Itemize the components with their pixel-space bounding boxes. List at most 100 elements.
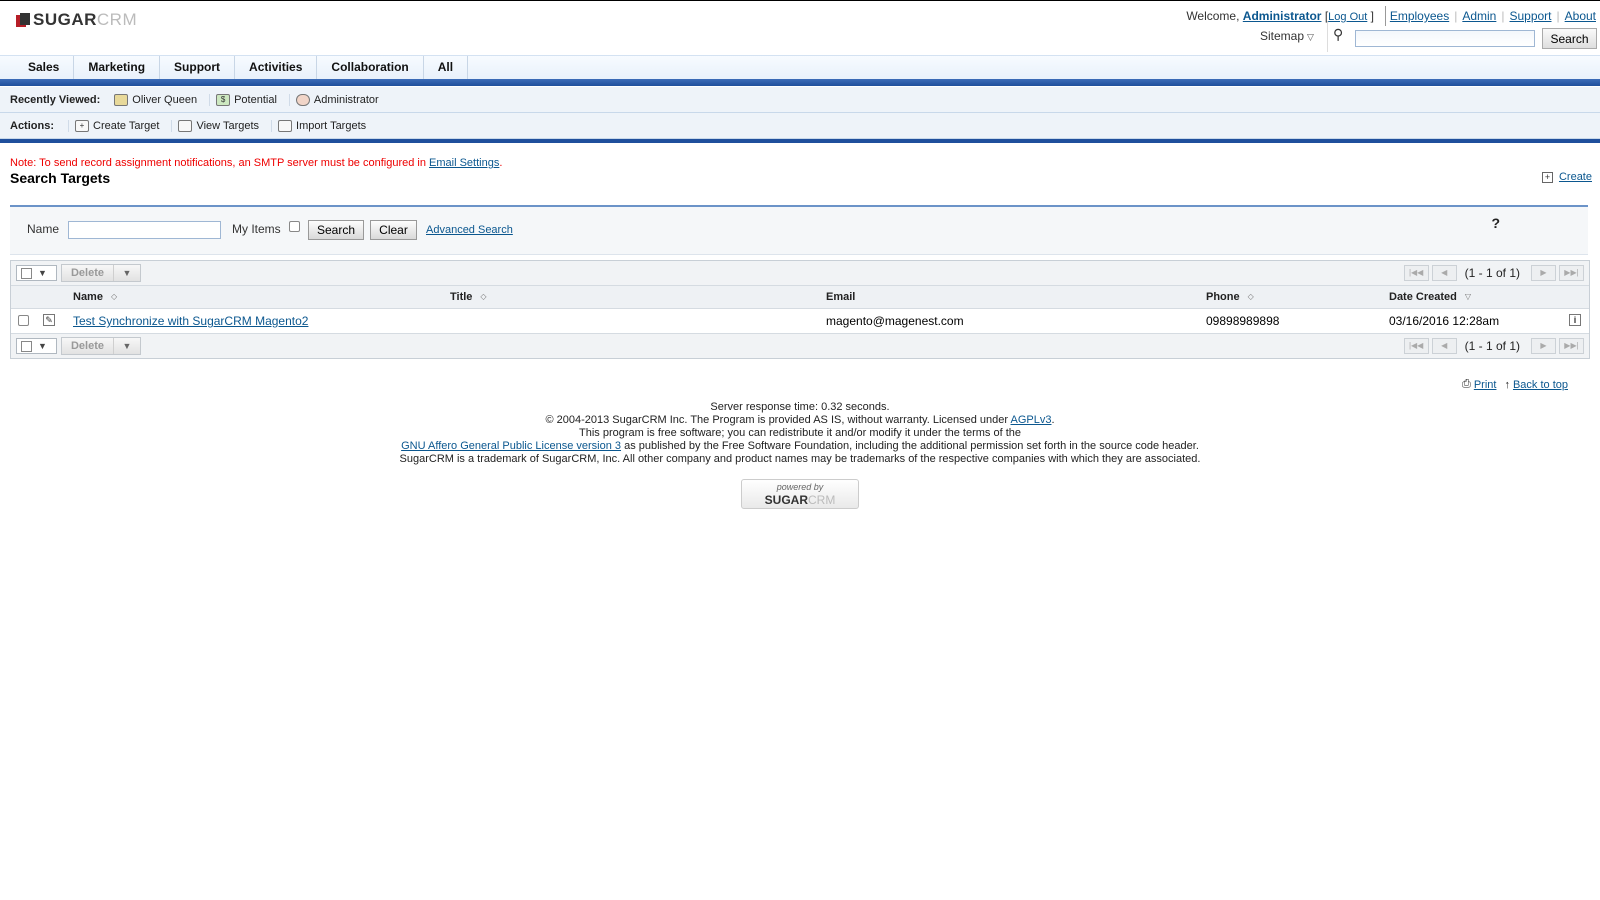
action-import-targets[interactable]: Import Targets — [271, 119, 366, 132]
name-search-input[interactable] — [68, 221, 221, 239]
sort-icon: ◇ — [480, 292, 487, 301]
tab-bar-divider — [0, 79, 1600, 86]
delete-button[interactable]: Delete ▼ — [61, 264, 141, 282]
import-icon — [278, 119, 293, 132]
advanced-search-link[interactable]: Advanced Search — [426, 224, 513, 236]
my-items-label: My Items — [232, 222, 281, 236]
about-link[interactable]: About — [1565, 9, 1596, 26]
search-icon[interactable]: ⚲ — [1333, 26, 1343, 43]
top-border — [0, 0, 1600, 1]
agpl-link[interactable]: AGPLv3 — [1011, 414, 1052, 426]
pagination-top: ▼ Delete ▼ |◀◀ ◀ (1 - 1 of 1) ▶ ▶▶| — [11, 261, 1589, 286]
email-settings-link[interactable]: Email Settings — [429, 157, 499, 169]
first-page-icon[interactable]: |◀◀ — [1403, 265, 1429, 281]
support-link[interactable]: Support — [1509, 9, 1551, 26]
smtp-note: Note: To send record assignment notifica… — [10, 157, 503, 169]
actions-bar-divider — [0, 139, 1600, 143]
tab-collaboration[interactable]: Collaboration — [317, 56, 424, 80]
chevron-down-icon: ▼ — [122, 341, 132, 351]
back-to-top-link[interactable]: Back to top — [1513, 379, 1568, 391]
select-all-dropdown[interactable]: ▼ — [16, 338, 57, 354]
sort-desc-icon: ▽ — [1464, 292, 1472, 301]
sugar-cube-icon — [16, 13, 30, 27]
list-header-row: Name ◇ Title ◇ Email Phone ◇ Date Created ▽ — [11, 286, 1589, 309]
action-view-targets[interactable]: View Targets — [171, 119, 259, 132]
welcome-area: Welcome, Administrator [Log Out ] — [1186, 9, 1374, 23]
next-page-icon[interactable]: ▶ — [1531, 265, 1556, 281]
recent-item-potential[interactable]: $ Potential — [209, 93, 277, 106]
actions-label: Actions: — [10, 119, 54, 132]
recent-item-administrator[interactable]: Administrator — [288, 93, 379, 106]
tab-sales[interactable]: Sales — [14, 56, 75, 80]
sitemap-menu[interactable]: Sitemap ▽ — [1260, 29, 1314, 43]
my-items-checkbox[interactable] — [289, 221, 300, 232]
actions-bar: Actions: + Create Target View Targets Imp… — [0, 113, 1600, 139]
users-icon — [295, 93, 310, 106]
search-button[interactable]: Search — [308, 220, 364, 240]
free-software-line: This program is free software; you can r… — [578, 427, 1022, 439]
tab-support[interactable]: Support — [160, 56, 236, 80]
row-checkbox[interactable] — [18, 315, 29, 326]
pagination-bottom: ▼ Delete ▼ |◀◀ ◀ (1 - 1 of 1) ▶ ▶▶| — [11, 333, 1589, 358]
page-title: Search Targets — [10, 170, 111, 186]
create-link-label[interactable]: Create — [1559, 171, 1592, 183]
chevron-down-icon: ▼ — [38, 341, 47, 351]
record-email[interactable]: magento@magenest.com — [826, 314, 964, 328]
utility-links: Employees | Admin | Support | About — [1379, 6, 1596, 26]
admin-link[interactable]: Admin — [1462, 9, 1496, 26]
recently-viewed-bar: Recently Viewed: Oliver Queen $ Potential… — [0, 87, 1600, 113]
column-header-phone[interactable]: Phone ◇ — [1206, 291, 1254, 303]
column-header-date-created[interactable]: Date Created ▽ — [1389, 291, 1471, 303]
view-targets-icon — [178, 119, 193, 132]
tab-marketing[interactable]: Marketing — [74, 56, 161, 80]
record-phone: 09898989898 — [1206, 314, 1280, 328]
first-page-icon[interactable]: |◀◀ — [1403, 338, 1429, 354]
utility-divider — [1384, 6, 1386, 26]
server-response-time: Server response time: 0.32 seconds. — [710, 401, 890, 413]
delete-button[interactable]: Delete ▼ — [61, 337, 141, 355]
create-link[interactable]: + Create — [1541, 171, 1592, 183]
employees-link[interactable]: Employees — [1390, 9, 1449, 26]
sugarcrm-logo[interactable]: SUGARCRM — [16, 10, 137, 30]
global-search-button[interactable]: Search — [1542, 28, 1597, 49]
chevron-down-icon: ▼ — [38, 268, 47, 278]
sort-icon: ◇ — [110, 292, 118, 301]
chevron-down-icon: ▽ — [1307, 32, 1314, 42]
info-icon[interactable]: i — [1569, 314, 1581, 326]
column-header-name[interactable]: Name ◇ — [73, 291, 117, 303]
select-all-checkbox[interactable] — [21, 267, 32, 279]
tab-all[interactable]: All — [424, 56, 469, 80]
clear-button[interactable]: Clear — [370, 220, 417, 240]
gnu-license-link[interactable]: GNU Affero General Public License versio… — [401, 440, 621, 452]
column-header-email: Email — [826, 291, 856, 303]
print-link[interactable]: Print — [1474, 379, 1497, 391]
module-tab-bar: Sales Marketing Support Activities Colla… — [0, 55, 1600, 80]
select-all-dropdown[interactable]: ▼ — [16, 265, 57, 281]
sitemap-label: Sitemap — [1260, 29, 1305, 43]
powered-by-sugarcrm-logo[interactable]: powered by SUGARCRM — [741, 479, 859, 509]
previous-page-icon[interactable]: ◀ — [1431, 338, 1457, 354]
record-name-link[interactable]: Test Synchronize with SugarCRM Magento2 — [73, 314, 308, 328]
last-page-icon[interactable]: ▶▶| — [1559, 265, 1584, 281]
help-icon[interactable]: ? — [1491, 215, 1500, 231]
last-page-icon[interactable]: ▶▶| — [1559, 338, 1584, 354]
pagination-count: (1 - 1 of 1) — [1464, 339, 1520, 353]
previous-page-icon[interactable]: ◀ — [1431, 265, 1457, 281]
tab-activities[interactable]: Activities — [235, 56, 318, 80]
recent-item-oliver-queen[interactable]: Oliver Queen — [114, 93, 197, 106]
column-header-title[interactable]: Title ◇ — [450, 291, 487, 303]
user-name-link[interactable]: Administrator — [1243, 9, 1322, 23]
footer: Server response time: 0.32 seconds. © 20… — [0, 401, 1600, 466]
global-search-input[interactable] — [1355, 30, 1535, 47]
copyright-line: © 2004-2013 SugarCRM Inc. The Program is… — [545, 414, 1055, 426]
action-create-target[interactable]: + Create Target — [68, 119, 159, 132]
sort-icon: ◇ — [1247, 292, 1254, 301]
next-page-icon[interactable]: ▶ — [1531, 338, 1556, 354]
select-all-checkbox[interactable] — [21, 340, 32, 352]
contact-folder-icon — [114, 93, 129, 106]
logout-bracket-close: ] — [1370, 9, 1374, 23]
edit-icon[interactable]: ✎ — [43, 314, 55, 326]
trademark-line: SugarCRM is a trademark of SugarCRM, Inc… — [399, 453, 1201, 465]
pagination-count: (1 - 1 of 1) — [1464, 266, 1520, 280]
logout-link[interactable]: Log Out — [1328, 11, 1367, 23]
